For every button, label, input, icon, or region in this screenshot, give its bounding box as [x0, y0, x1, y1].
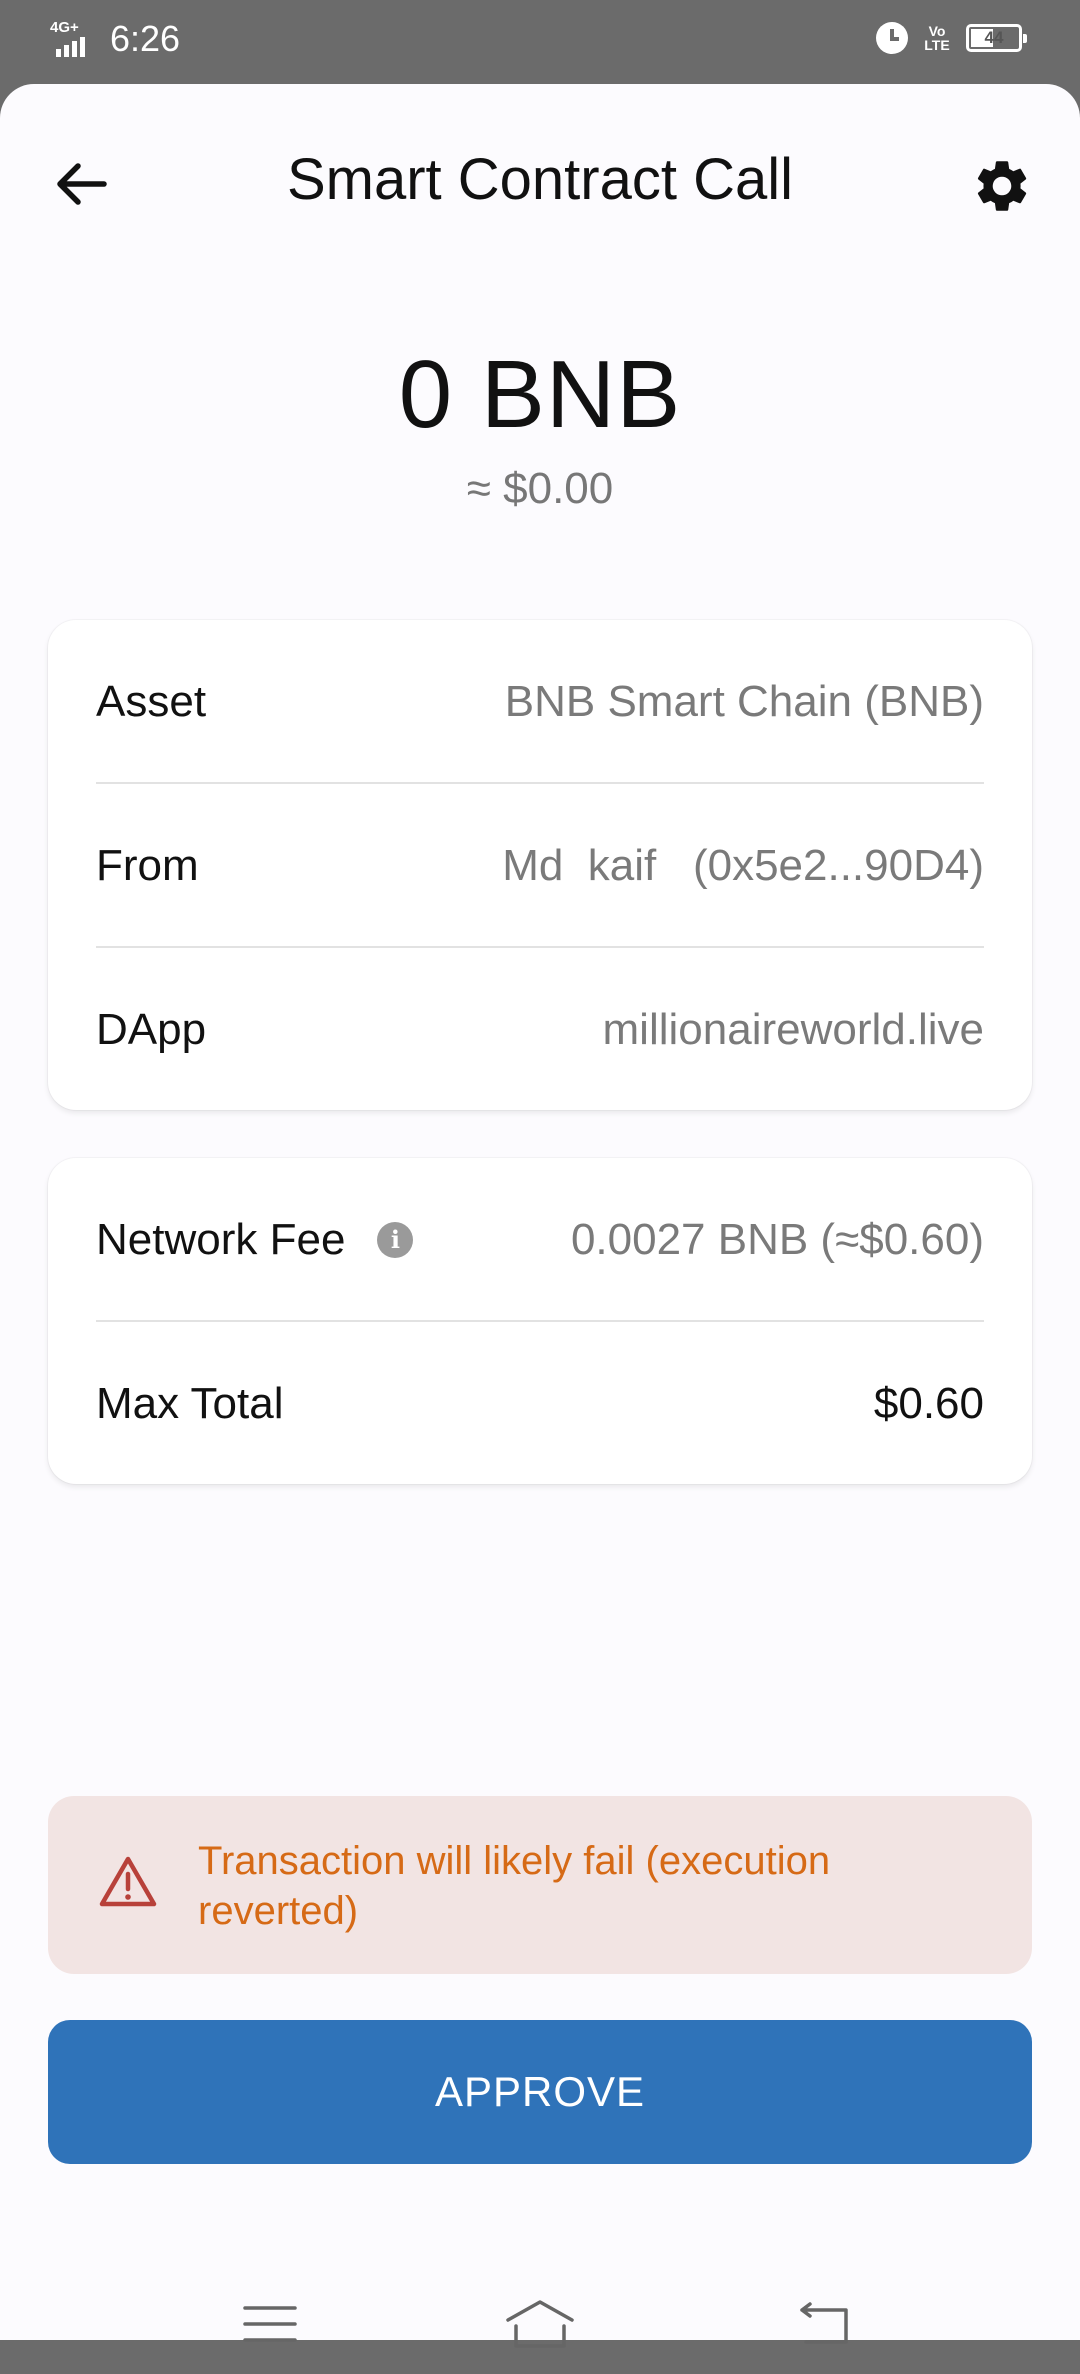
back-icon	[800, 2302, 848, 2344]
asset-value: BNB Smart Chain (BNB)	[504, 676, 984, 726]
system-nav-bar	[0, 2274, 1080, 2374]
network-type: 4G+	[50, 19, 79, 36]
network-fee-label: Network Fee	[96, 1214, 346, 1264]
fees-card: Network Fee i 0.0027 BNB (≈$0.60) Max To…	[48, 1158, 1032, 1484]
menu-icon	[243, 2306, 297, 2342]
dapp-value: millionaireworld.live	[602, 1004, 984, 1054]
asset-row: Asset BNB Smart Chain (BNB)	[96, 620, 984, 783]
status-left: 4G+ 6:26	[50, 18, 180, 60]
from-value: Md kaif (0x5e2...90D4)	[502, 840, 984, 890]
status-bar: 4G+ 6:26 Vo LTE 44	[0, 0, 1080, 84]
page-title: Smart Contract Call	[286, 147, 794, 212]
dapp-label: DApp	[96, 1004, 207, 1054]
max-total-value: $0.60	[873, 1378, 984, 1428]
amount-fiat: ≈ $0.00	[466, 464, 614, 513]
transaction-sheet: Smart Contract Call 0 BNB ≈ $0.00 Asset …	[0, 84, 1080, 2348]
dapp-row: DApp millionaireworld.live	[96, 948, 984, 1111]
clock: 6:26	[110, 18, 181, 59]
signal-icon: 4G+	[50, 19, 100, 59]
status-right: Vo LTE 44	[876, 22, 1027, 54]
from-label: From	[96, 840, 199, 890]
max-total-label: Max Total	[96, 1378, 284, 1428]
gear-icon	[977, 161, 1027, 211]
home-icon	[506, 2300, 574, 2348]
amount-value: 0 BNB	[398, 341, 682, 448]
battery-level: 44	[984, 28, 1004, 47]
settings-button[interactable]	[962, 146, 1042, 226]
warning-text: Transaction will likely fail (execution …	[198, 1839, 831, 1933]
header: Smart Contract Call	[0, 84, 1080, 284]
menu-button[interactable]	[220, 2274, 320, 2374]
volte-indicator: Vo LTE	[924, 23, 950, 53]
info-icon[interactable]: i	[377, 1221, 414, 1258]
asset-label: Asset	[96, 676, 207, 726]
alarm-icon	[876, 22, 908, 54]
back-nav-button[interactable]	[774, 2274, 874, 2374]
approve-button[interactable]: APPROVE	[48, 2020, 1032, 2164]
warning-triangle-icon	[99, 1856, 157, 1907]
network-fee-value: 0.0027 BNB (≈$0.60)	[570, 1214, 984, 1264]
network-fee-row[interactable]: Network Fee i 0.0027 BNB (≈$0.60)	[96, 1158, 984, 1321]
battery-icon: 44	[966, 24, 1027, 52]
warning-banner: Transaction will likely fail (execution …	[48, 1796, 1032, 1974]
from-row: From Md kaif (0x5e2...90D4)	[96, 784, 984, 947]
max-total-row: Max Total $0.60	[96, 1322, 984, 1485]
home-button[interactable]	[490, 2274, 590, 2374]
details-card: Asset BNB Smart Chain (BNB) From Md kaif…	[48, 620, 1032, 1110]
network-fee-label-group: Network Fee i	[96, 1214, 414, 1265]
